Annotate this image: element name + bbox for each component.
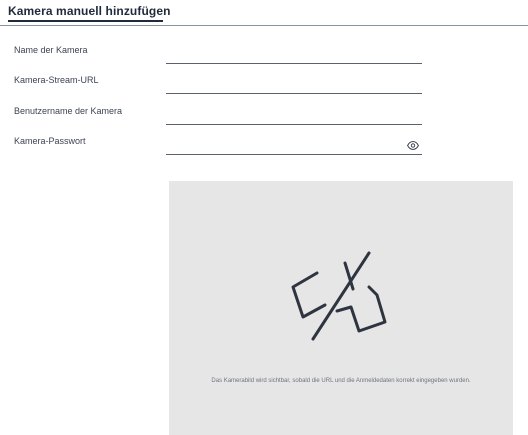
username-input[interactable] — [166, 108, 422, 125]
dialog-header: Kamera manuell hinzufügen — [0, 0, 528, 27]
camera-preview-area: Das Kamerabild wird sichtbar, sobald die… — [169, 181, 513, 435]
stream-url-input[interactable] — [166, 77, 422, 94]
stream-url-label: Kamera-Stream-URL — [14, 75, 99, 85]
camera-name-input[interactable] — [166, 47, 422, 64]
password-row: Kamera-Passwort — [0, 136, 528, 162]
password-label: Kamera-Passwort — [14, 136, 86, 146]
dialog-title: Kamera manuell hinzufügen — [8, 4, 171, 18]
username-row: Benutzername der Kamera — [0, 106, 528, 132]
preview-hint-text: Das Kamerabild wird sichtbar, sobald die… — [211, 378, 471, 384]
camera-name-row: Name der Kamera — [0, 45, 528, 71]
camera-off-icon — [291, 251, 387, 341]
header-divider — [0, 25, 528, 26]
title-active-indicator — [8, 20, 163, 22]
eye-icon[interactable] — [407, 141, 419, 150]
camera-name-label: Name der Kamera — [14, 45, 88, 55]
stream-url-row: Kamera-Stream-URL — [0, 75, 528, 101]
username-label: Benutzername der Kamera — [14, 106, 123, 116]
password-input[interactable] — [166, 138, 422, 155]
